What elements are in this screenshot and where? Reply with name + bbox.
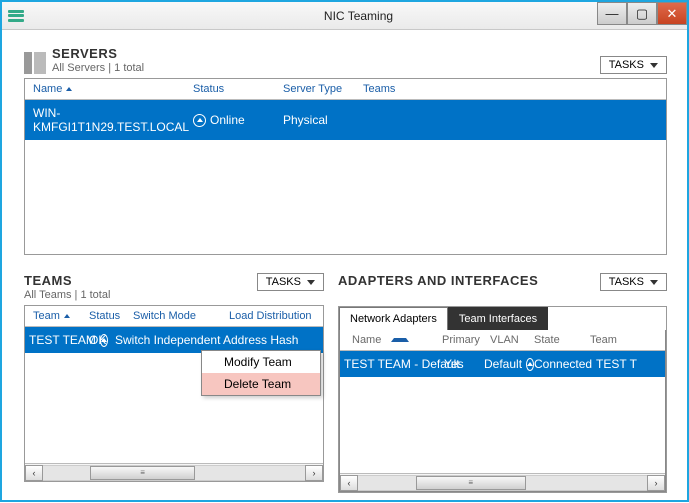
servers-header: SERVERS All Servers | 1 total TASKS xyxy=(24,46,667,74)
tab-team-interfaces[interactable]: Team Interfaces xyxy=(448,307,548,330)
teams-subtitle: All Teams | 1 total xyxy=(24,289,257,301)
chevron-down-icon xyxy=(307,280,315,285)
menu-modify-team[interactable]: Modify Team xyxy=(202,351,320,373)
adapter-vlan: Default xyxy=(484,357,534,371)
servers-pane: Name Status Server Type Teams WIN-KMFGI1… xyxy=(24,78,667,255)
teams-hscroll[interactable]: ‹ ≡ › xyxy=(25,463,323,481)
col-teams[interactable]: Teams xyxy=(355,83,403,95)
col-team[interactable]: Team xyxy=(584,334,623,346)
window-title: NIC Teaming xyxy=(30,9,687,23)
chevron-down-icon xyxy=(650,280,658,285)
server-row[interactable]: WIN-KMFGI1T1N29.TEST.LOCAL Online Physic… xyxy=(25,100,666,140)
scroll-right-button[interactable]: › xyxy=(647,475,665,491)
col-type[interactable]: Server Type xyxy=(275,83,355,95)
team-switch: Switch Independent xyxy=(115,333,223,347)
col-primary[interactable]: Primary xyxy=(436,334,484,346)
tab-network-adapters[interactable]: Network Adapters xyxy=(339,307,448,330)
status-up-icon xyxy=(193,114,206,127)
scroll-left-button[interactable]: ‹ xyxy=(340,475,358,491)
chevron-down-icon xyxy=(650,63,658,68)
server-type: Physical xyxy=(283,113,363,127)
adapters-columns: Name Primary VLAN State Team xyxy=(340,330,665,351)
adapters-hscroll[interactable]: ‹ ≡ › xyxy=(340,473,665,491)
servers-icon xyxy=(24,52,46,74)
adapter-state: Connected xyxy=(534,357,596,371)
col-switch[interactable]: Switch Mode xyxy=(125,310,221,322)
team-load: Address Hash xyxy=(223,333,306,347)
servers-columns: Name Status Server Type Teams xyxy=(25,79,666,100)
scroll-right-button[interactable]: › xyxy=(305,465,323,481)
teams-tasks-button[interactable]: TASKS xyxy=(257,273,324,291)
server-status: Online xyxy=(193,113,283,127)
adapters-title: ADAPTERS AND INTERFACES xyxy=(338,273,600,288)
titlebar: NIC Teaming — ▢ ✕ xyxy=(2,2,687,30)
adapters-pane: Network Adapters Team Interfaces Name Pr… xyxy=(338,306,667,493)
scroll-left-button[interactable]: ‹ xyxy=(25,465,43,481)
status-up-icon xyxy=(526,358,534,371)
servers-tasks-button[interactable]: TASKS xyxy=(600,56,667,74)
teams-pane: Team Status Switch Mode Load Distributio… xyxy=(24,305,324,482)
servers-title: SERVERS xyxy=(52,46,144,61)
servers-subtitle: All Servers | 1 total xyxy=(52,62,144,74)
sort-asc-icon xyxy=(64,314,70,318)
scroll-thumb[interactable]: ≡ xyxy=(416,476,526,490)
minimize-button[interactable]: — xyxy=(597,2,627,25)
col-team[interactable]: Team xyxy=(25,310,81,322)
menu-delete-team[interactable]: Delete Team xyxy=(202,373,320,395)
col-name[interactable]: Name xyxy=(25,83,185,95)
tasks-label: TASKS xyxy=(609,59,644,71)
team-status: OK xyxy=(89,333,115,347)
scroll-thumb[interactable]: ≡ xyxy=(90,466,195,480)
sort-asc-icon xyxy=(391,338,409,342)
col-status[interactable]: Status xyxy=(81,310,125,322)
col-state[interactable]: State xyxy=(528,334,584,346)
teams-columns: Team Status Switch Mode Load Distributio… xyxy=(25,306,323,327)
adapters-tasks-button[interactable]: TASKS xyxy=(600,273,667,291)
col-vlan[interactable]: VLAN xyxy=(484,334,528,346)
adapter-primary: Yes xyxy=(444,357,484,371)
col-name[interactable]: Name xyxy=(340,334,436,346)
sort-asc-icon xyxy=(66,87,72,91)
team-context-menu: Modify Team Delete Team xyxy=(201,350,321,396)
app-icon xyxy=(8,10,24,22)
teams-title: TEAMS xyxy=(24,273,257,288)
adapter-name: TEST TEAM - Default xyxy=(344,357,444,371)
server-name: WIN-KMFGI1T1N29.TEST.LOCAL xyxy=(33,106,193,134)
adapter-row[interactable]: TEST TEAM - Default Yes Default Connecte… xyxy=(340,351,665,377)
window-controls: — ▢ ✕ xyxy=(597,2,687,25)
col-status[interactable]: Status xyxy=(185,83,275,95)
team-name: TEST TEAM xyxy=(29,333,89,347)
adapter-team: TEST T xyxy=(596,357,645,371)
close-button[interactable]: ✕ xyxy=(657,2,687,25)
maximize-button[interactable]: ▢ xyxy=(627,2,657,25)
col-load[interactable]: Load Distribution xyxy=(221,310,320,322)
